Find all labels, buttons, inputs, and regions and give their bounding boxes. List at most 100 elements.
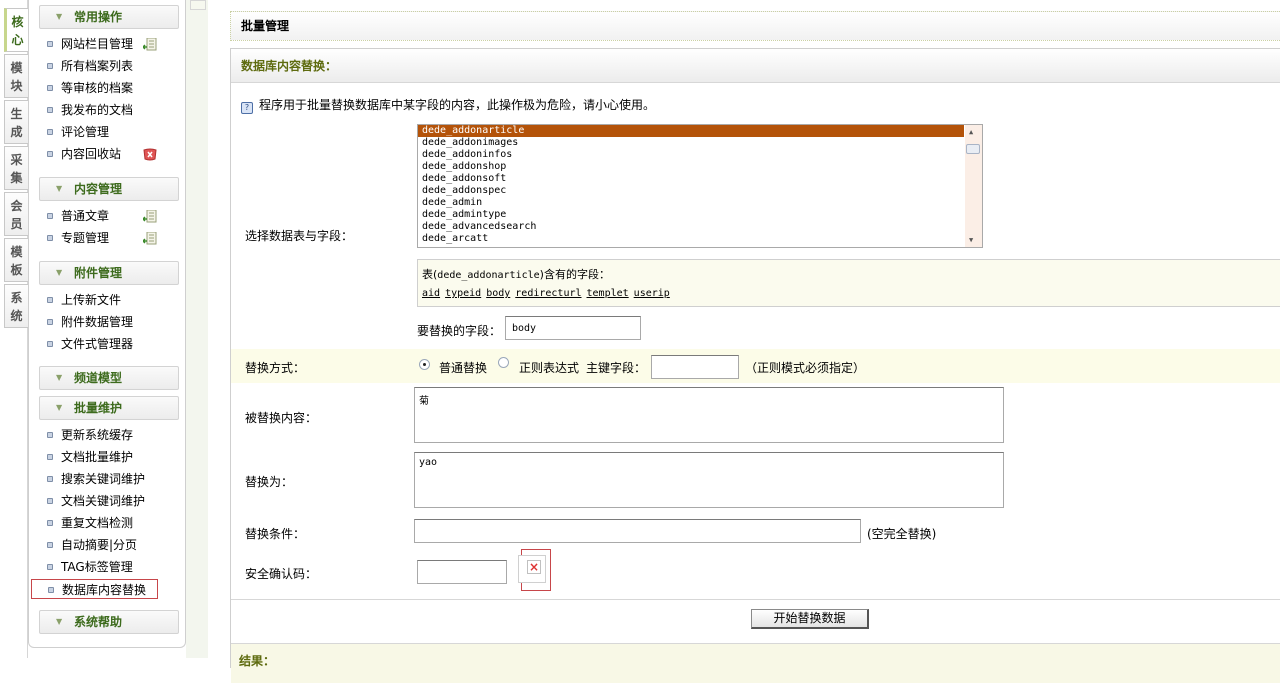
info-icon: ? [241,102,253,114]
add-doc-icon[interactable] [141,209,157,223]
page-title: 批量管理 [230,11,1280,41]
scroll-up-icon[interactable]: ▲ [969,128,973,136]
add-doc-icon[interactable] [141,231,157,245]
table-option[interactable]: dede_addonspec [418,185,964,197]
replace-textarea[interactable]: yao [414,452,1004,508]
mode-normal-radio[interactable] [419,359,430,370]
captcha-input[interactable] [417,560,507,584]
menu-item[interactable]: 我发布的文档 [47,100,133,120]
pk-note: （正则模式必须指定） [745,361,866,375]
menu-item[interactable]: 评论管理 [47,122,109,142]
menu-item[interactable]: 重复文档检测 [47,513,133,533]
scroll-down-icon[interactable]: ▼ [969,236,973,244]
menu-item[interactable]: 内容回收站 [47,144,157,164]
bullet-icon [47,41,53,47]
menu-item[interactable]: 文件式管理器 [47,334,133,354]
vtab-0[interactable]: 核心 [4,8,28,52]
vtab-3[interactable]: 采集 [4,146,28,190]
menu-item[interactable]: 等审核的档案 [47,78,133,98]
vtab-4[interactable]: 会员 [4,192,28,236]
menu-item[interactable]: 上传新文件 [47,290,121,310]
start-replace-button[interactable]: 开始替换数据 [751,609,869,629]
replace-label: 替换为： [245,475,294,489]
add-doc-icon[interactable] [141,37,157,51]
table-option[interactable]: dede_admintype [418,209,964,221]
bullet-icon [47,129,53,135]
table-option[interactable]: dede_addonimages [418,137,964,149]
vtab-6[interactable]: 系统 [4,284,28,328]
table-listbox[interactable]: dede_addonarticle dede_addonimages dede_ad… [417,124,983,248]
menu-item[interactable]: 搜索关键词维护 [47,469,145,489]
menu-item[interactable]: 文档关键词维护 [47,491,145,511]
menu-item[interactable]: 数据库内容替换 [31,579,158,599]
menu-group-3[interactable]: ▼ 频道模型 [39,366,179,390]
select-table-label: 选择数据表与字段： [245,229,354,243]
pk-input[interactable] [651,355,739,379]
bullet-icon [48,587,54,593]
captcha-highlight: × [518,549,551,591]
find-textarea[interactable]: 菊 [414,387,1004,443]
menu-item[interactable]: 网站栏目管理 [47,34,157,54]
replace-form-panel: 数据库内容替换： ? 程序用于批量替换数据库中某字段的内容，此操作极为危险，请小心… [230,48,1280,683]
menu-group-1[interactable]: ▼ 内容管理 [39,177,179,201]
tip-text: ? 程序用于批量替换数据库中某字段的内容，此操作极为危险，请小心使用。 [241,97,655,114]
captcha-label: 安全确认码： [245,567,318,581]
result-section: 结果： [231,643,1280,683]
table-option[interactable]: dede_addoninfos [418,149,964,161]
field-link[interactable]: redirecturl [515,288,581,299]
menu-item[interactable]: 附件数据管理 [47,312,133,332]
vtab-1[interactable]: 模块 [4,54,28,98]
chevron-down-icon: ▼ [56,373,63,382]
mode-normal-label[interactable]: 普通替换 [439,359,487,376]
condition-label: 替换条件： [245,527,306,541]
menu-item[interactable]: 普通文章 [47,206,157,226]
recycle-icon[interactable] [143,147,157,161]
table-option[interactable]: dede_advancedsearch [418,221,964,233]
field-link[interactable]: userip [634,288,670,299]
bullet-icon [47,476,53,482]
menu-group-4[interactable]: ▼ 批量维护 [39,396,179,420]
replace-field-label: 要替换的字段： [417,324,502,338]
broken-image-icon: × [527,560,541,574]
field-link[interactable]: typeid [445,288,481,299]
table-option[interactable]: dede_addonshop [418,161,964,173]
sidebar-splitter[interactable] [186,0,208,658]
mode-label: 替换方式： [245,361,306,375]
bullet-icon [47,454,53,460]
field-link[interactable]: body [486,288,510,299]
menu-item[interactable]: 所有档案列表 [47,56,133,76]
bullet-icon [47,297,53,303]
menu-group-5[interactable]: ▼ 系统帮助 [39,610,179,634]
bullet-icon [47,520,53,526]
mode-regex-label[interactable]: 正则表达式 [519,359,579,376]
scroll-thumb[interactable] [966,144,980,154]
vtab-5[interactable]: 模板 [4,238,28,282]
mode-regex-radio[interactable] [498,357,509,368]
find-label: 被替换内容： [245,411,318,425]
menu-item[interactable]: 自动摘要|分页 [47,535,137,555]
menu-item[interactable]: 专题管理 [47,228,157,248]
bullet-icon [47,498,53,504]
menu-item[interactable]: 文档批量维护 [47,447,133,467]
splitter-handle[interactable] [190,0,206,10]
table-option[interactable]: dede_addonsoft [418,173,964,185]
bullet-icon [47,341,53,347]
table-option[interactable]: dede_arcatt [418,233,964,245]
table-fields-box: 表(dede_addonarticle)含有的字段： aid typeid body… [417,259,1280,307]
menu-item[interactable]: TAG标签管理 [47,557,133,577]
condition-input[interactable] [414,519,861,543]
bullet-icon [47,542,53,548]
selected-table-name: dede_addonarticle [437,270,540,281]
table-option[interactable]: dede_admin [418,197,964,209]
replace-field-input[interactable] [505,316,641,340]
vtab-2[interactable]: 生成 [4,100,28,144]
field-link[interactable]: aid [422,288,440,299]
listbox-scrollbar[interactable]: ▲ ▼ [965,125,982,247]
menu-group-0[interactable]: ▼ 常用操作 [39,5,179,29]
menu-item[interactable]: 更新系统缓存 [47,425,133,445]
menu-group-2[interactable]: ▼ 附件管理 [39,261,179,285]
bullet-icon [47,235,53,241]
field-link[interactable]: templet [587,288,629,299]
table-option[interactable]: dede_addonarticle [418,125,964,137]
chevron-down-icon: ▼ [56,617,63,626]
